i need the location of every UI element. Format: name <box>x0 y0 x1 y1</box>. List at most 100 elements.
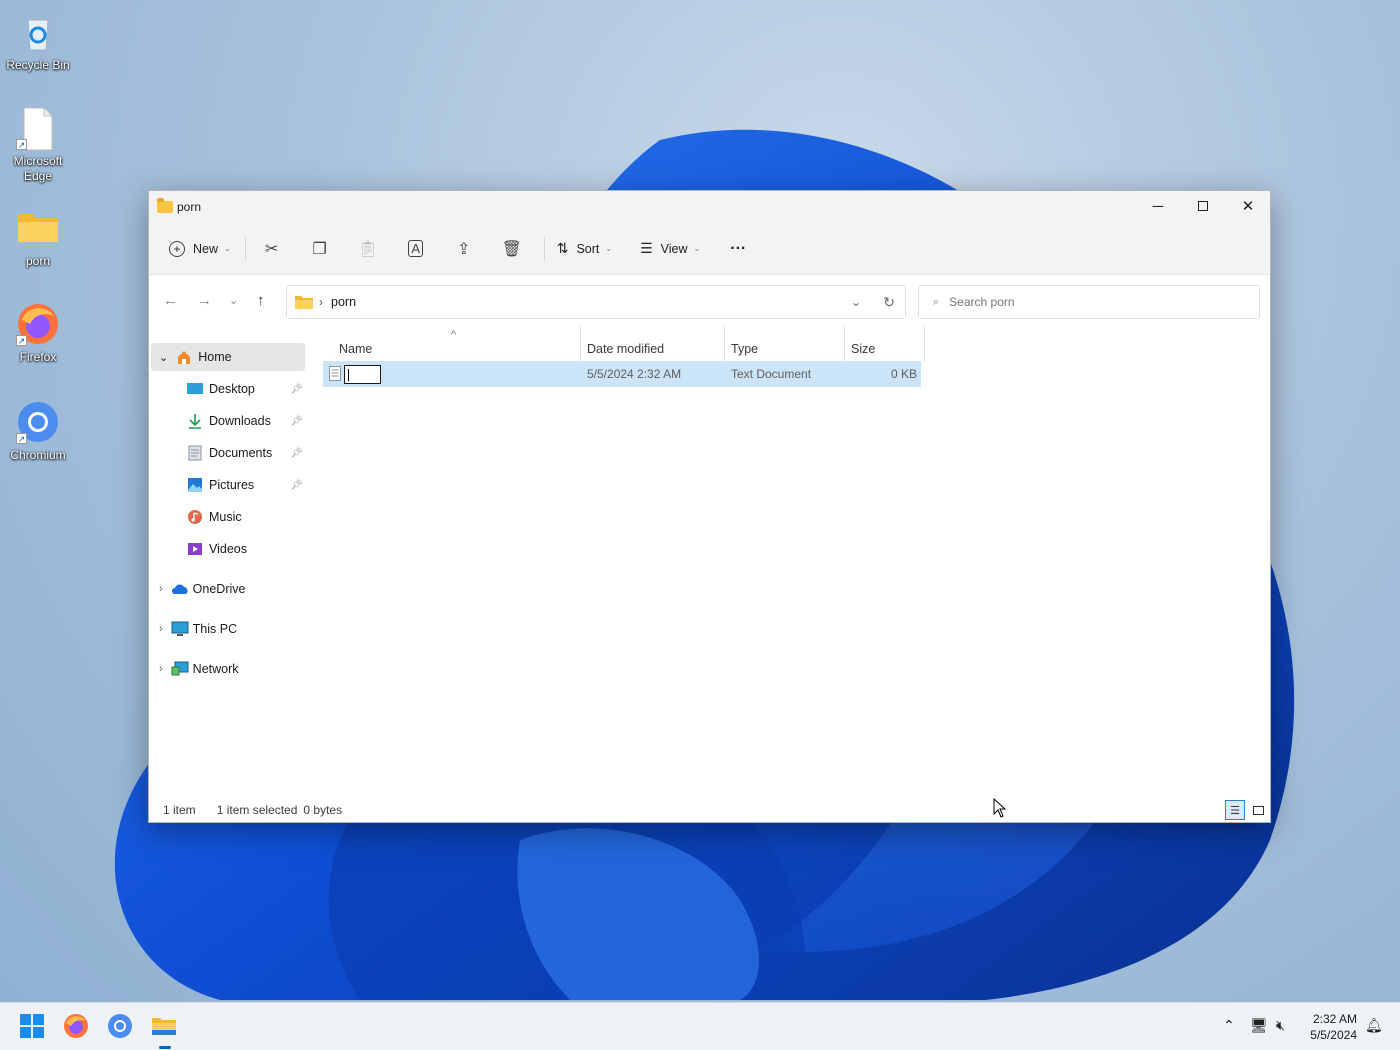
rename-input[interactable] <box>344 365 381 384</box>
view-label: View <box>660 241 688 256</box>
recent-locations-button[interactable]: ⌄ <box>229 294 238 307</box>
chevron-up-icon: ⌃ <box>1223 1017 1235 1033</box>
sidebar-item-label: Downloads <box>209 414 271 428</box>
rename-button[interactable]: A <box>396 233 436 265</box>
chevron-down-icon: ⌄ <box>229 295 239 307</box>
view-button[interactable]: ☰ View ⌄ <box>634 233 706 265</box>
edge-file-icon: ↗ <box>16 106 60 151</box>
sidebar-item-pictures[interactable]: Pictures 📌︎ <box>187 471 303 499</box>
search-input[interactable]: Search porn <box>949 295 1014 309</box>
chevron-down-icon: ⌄ <box>224 244 231 253</box>
sidebar-item-onedrive[interactable]: › OneDrive <box>151 575 305 603</box>
network-icon <box>171 661 189 676</box>
chromium-icon: ↗ <box>16 400 60 444</box>
chevron-down-icon[interactable]: ⌄ <box>851 295 861 309</box>
plus-circle-icon: + <box>169 240 185 257</box>
sidebar-item-documents[interactable]: Documents 📌︎ <box>187 439 303 467</box>
file-explorer-window: porn ─ ✕ + New ⌄ ✂ ❐ 📋︎ A ⇪ 🗑︎ ⇅ Sort ⌄ … <box>148 190 1271 823</box>
new-button[interactable]: + New ⌄ <box>163 233 237 265</box>
search-icon: ⌕ <box>933 295 940 308</box>
sidebar-item-this-pc[interactable]: › This PC <box>151 615 305 643</box>
clock[interactable]: 2:32 AM 5/5/2024 <box>1310 1011 1357 1043</box>
column-divider[interactable] <box>724 325 725 361</box>
column-label: Date modified <box>587 342 665 356</box>
paste-button[interactable]: 📋︎ <box>348 233 388 265</box>
desktop-icon-microsoft-edge[interactable]: ↗ Microsoft Edge <box>4 106 72 184</box>
desktop-icon-label: Chromium <box>10 448 66 462</box>
sort-button[interactable]: ⇅ Sort ⌄ <box>551 233 618 265</box>
sidebar-item-label: OneDrive <box>192 582 246 596</box>
breadcrumb[interactable]: porn <box>331 295 356 309</box>
title-bar[interactable]: porn ─ ✕ <box>149 191 1270 223</box>
pin-icon: 📌︎ <box>290 415 303 427</box>
minimize-button[interactable]: ─ <box>1135 191 1181 221</box>
copy-button[interactable]: ❐ <box>300 233 340 265</box>
sidebar-item-network[interactable]: › Network <box>151 655 305 683</box>
sidebar-item-videos[interactable]: Videos <box>187 535 303 563</box>
details-view-button[interactable]: ☰ <box>1225 800 1245 820</box>
maximize-button[interactable] <box>1180 191 1226 221</box>
list-item[interactable]: 5/5/2024 2:32 AM Text Document 0 KB <box>323 361 921 387</box>
more-icon: ··· <box>730 239 747 257</box>
shortcut-arrow-icon: ↗ <box>16 139 27 150</box>
start-button[interactable] <box>19 1013 47 1041</box>
volume-tray-button[interactable]: 🔇︎ <box>1276 1017 1285 1034</box>
sidebar-item-downloads[interactable]: Downloads 📌︎ <box>187 407 303 435</box>
new-label: New <box>193 241 219 256</box>
file-size: 0 KB <box>890 367 917 381</box>
cut-button[interactable]: ✂ <box>252 233 292 265</box>
chevron-right-icon: › <box>159 663 163 675</box>
desktop-icon-porn-folder[interactable]: porn <box>4 206 72 269</box>
notifications-button[interactable]: 🔔︎ <box>1365 1017 1383 1034</box>
file-date: 5/5/2024 2:32 AM <box>587 367 682 381</box>
search-box[interactable]: ⌕ Search porn <box>918 285 1260 319</box>
speaker-muted-icon: 🔇︎ <box>1276 1017 1285 1033</box>
forward-button[interactable]: → <box>197 292 212 309</box>
column-divider[interactable] <box>844 325 845 361</box>
arrow-up-icon: ↑ <box>257 292 265 309</box>
taskbar-chromium[interactable] <box>107 1013 135 1041</box>
delete-button[interactable]: 🗑︎ <box>492 233 532 265</box>
chevron-down-icon: ⌄ <box>605 244 613 253</box>
sidebar-item-label: Documents <box>209 446 273 460</box>
videos-icon <box>188 543 202 555</box>
back-button[interactable]: ← <box>163 292 178 309</box>
pictures-icon <box>188 478 202 492</box>
recycle-bin-icon <box>16 10 60 54</box>
network-tray-button[interactable]: 🖥︎ <box>1250 1017 1268 1034</box>
windows-logo-icon <box>20 1014 44 1038</box>
desktop-icon-firefox[interactable]: ↗ Firefox <box>4 302 72 365</box>
copy-icon: ❐ <box>312 240 327 258</box>
column-divider[interactable] <box>924 325 925 361</box>
sidebar-item-label: Videos <box>209 542 247 556</box>
desktop-icon-chromium[interactable]: ↗ Chromium <box>4 400 72 463</box>
clock-time: 2:32 AM <box>1312 1012 1357 1026</box>
toolbar-divider <box>543 236 545 261</box>
desktop-icon-recycle-bin[interactable]: Recycle Bin <box>4 10 72 73</box>
column-label: Size <box>851 342 876 356</box>
share-button[interactable]: ⇪ <box>444 233 484 265</box>
sidebar-item-desktop[interactable]: Desktop 📌︎ <box>187 375 303 403</box>
sidebar-item-home[interactable]: ⌄ Home <box>151 343 305 371</box>
large-icons-view-button[interactable] <box>1248 800 1268 820</box>
close-icon: ✕ <box>1241 198 1255 215</box>
up-button[interactable]: ↑ <box>257 292 265 309</box>
chevron-right-icon: › <box>319 295 323 309</box>
refresh-icon[interactable]: ↻ <box>883 294 895 311</box>
trash-icon: 🗑︎ <box>501 240 522 258</box>
column-divider[interactable] <box>580 325 581 361</box>
taskbar-firefox[interactable] <box>63 1013 91 1041</box>
taskbar-file-explorer[interactable] <box>151 1013 179 1049</box>
close-button[interactable]: ✕ <box>1225 191 1271 221</box>
mouse-cursor-icon <box>993 798 1007 818</box>
sidebar-item-music[interactable]: Music <box>187 503 303 531</box>
show-hidden-icons-button[interactable]: ⌃ <box>1223 1017 1235 1034</box>
desktop-icon-label: porn <box>25 254 51 268</box>
address-bar[interactable]: › porn ⌄ ↻ <box>286 285 906 319</box>
folder-icon <box>157 198 173 213</box>
column-label: Type <box>731 342 759 356</box>
clock-date: 5/5/2024 <box>1310 1028 1357 1042</box>
sidebar-item-label: Pictures <box>209 478 255 492</box>
sidebar-item-label: Network <box>192 662 239 676</box>
more-options-button[interactable]: ··· <box>724 233 752 265</box>
